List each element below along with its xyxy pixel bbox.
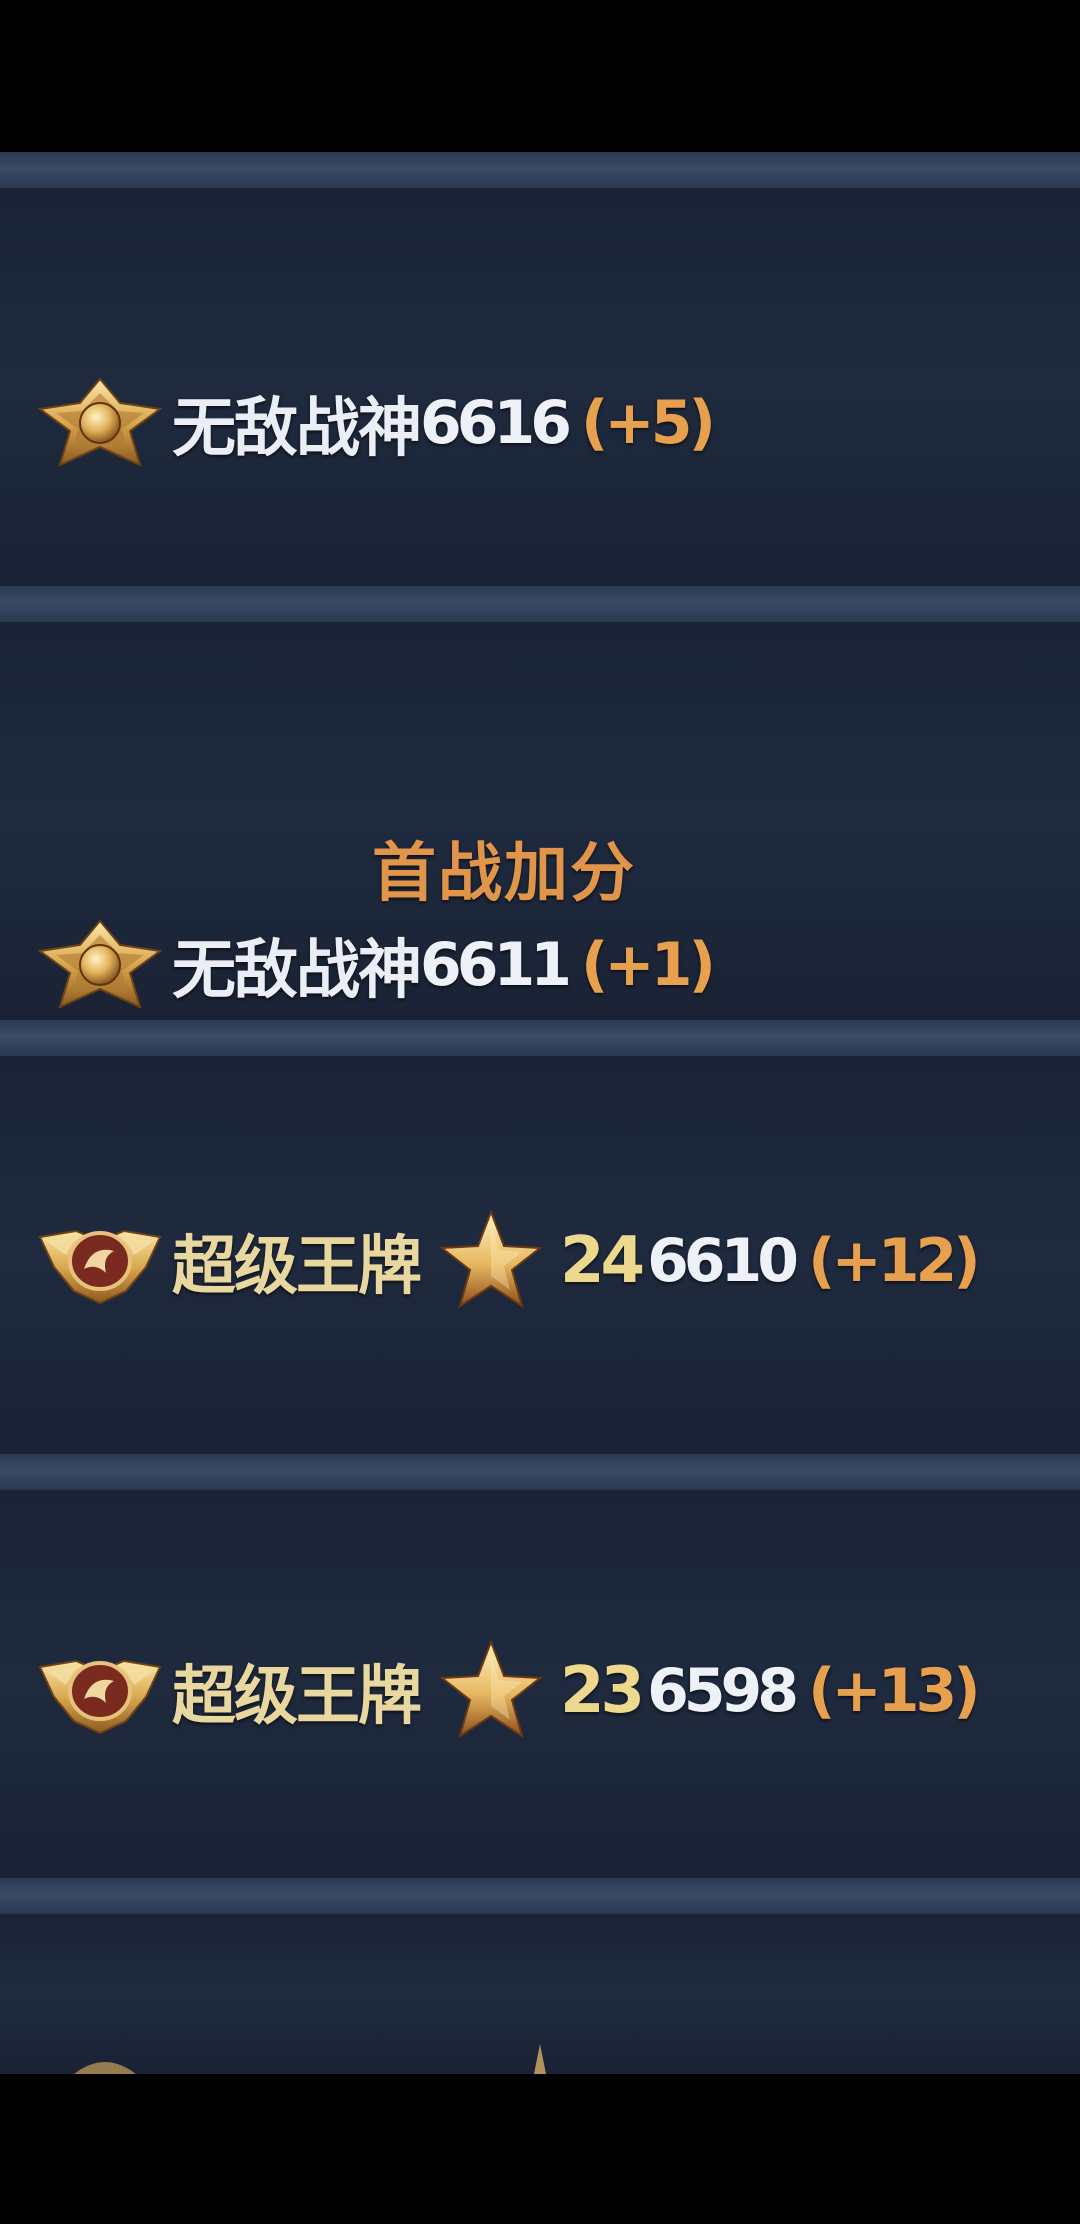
row-divider	[0, 1020, 1080, 1056]
tier-name: 超级王牌	[172, 1230, 422, 1304]
star-count: 24	[560, 1224, 645, 1298]
row-divider	[0, 1454, 1080, 1490]
super-ace-badge-icon	[38, 1229, 162, 1305]
star-count: 23	[560, 1654, 645, 1728]
rank-record-content: 无敌战神 6611 (+1)	[36, 910, 716, 1020]
rank-record-content: 无敌战神 6616 (+5)	[36, 368, 716, 478]
rank-record-row: 首战加分 无敌战神 6611 (+1)	[0, 622, 1080, 1020]
score-value: 6598	[647, 1656, 799, 1726]
super-ace-badge-icon	[38, 1659, 162, 1735]
score-value: 6610	[647, 1226, 799, 1296]
invincible-god-badge-icon	[37, 377, 163, 467]
score-value: 6616	[420, 388, 572, 458]
row-divider	[0, 1878, 1080, 1914]
score-delta: (+12)	[808, 1226, 981, 1296]
badge-icon-partial	[74, 2062, 136, 2074]
score-delta: (+1)	[581, 930, 716, 1000]
row-divider	[0, 152, 1080, 188]
star-icon	[439, 1639, 543, 1739]
score-value: 6611	[420, 930, 572, 1000]
tier-name: 超级王牌	[172, 1660, 422, 1734]
invincible-god-badge-icon	[37, 919, 163, 1009]
score-delta: (+13)	[808, 1656, 981, 1726]
screen: 无敌战神 6616 (+5) 首战加分 无敌战神 6611 (+1) 超级王牌 …	[0, 0, 1080, 2224]
tier-name: 无敌战神	[172, 934, 422, 1008]
tier-name: 无敌战神	[172, 392, 422, 466]
star-icon	[439, 1209, 543, 1309]
rank-record-content: 超级王牌 24 6610 (+12)	[36, 1206, 981, 1316]
rank-record-row: 超级王牌 23 6598 (+13)	[0, 1490, 1080, 1878]
star-icon-partial	[534, 2044, 546, 2074]
rank-record-row: 超级王牌 24 6610 (+12)	[0, 1056, 1080, 1454]
rank-record-row: 无敌战神 6616 (+5)	[0, 188, 1080, 586]
rank-record-row	[0, 1914, 1080, 2074]
rank-record-content: 超级王牌 23 6598 (+13)	[36, 1636, 981, 1746]
score-delta: (+5)	[581, 388, 716, 458]
first-battle-bonus-label: 首战加分	[372, 837, 636, 911]
rank-history-panel: 无敌战神 6616 (+5) 首战加分 无敌战神 6611 (+1) 超级王牌 …	[0, 152, 1080, 2074]
row-divider	[0, 586, 1080, 622]
